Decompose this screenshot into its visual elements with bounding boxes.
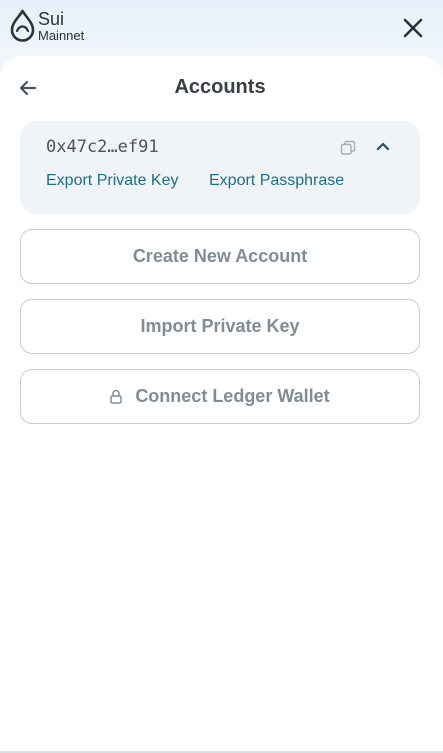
chevron-up-icon[interactable]: [376, 141, 390, 151]
import-private-key-label: Import Private Key: [140, 316, 300, 336]
connect-ledger-wallet-button[interactable]: Connect Ledger Wallet: [20, 369, 420, 424]
close-icon[interactable]: [401, 16, 425, 40]
lock-icon: [110, 389, 123, 404]
sui-logo-icon: [10, 9, 35, 42]
network-name: Mainnet: [38, 28, 85, 43]
connect-ledger-wallet-label: Connect Ledger Wallet: [135, 386, 330, 406]
copy-icon[interactable]: [340, 140, 356, 156]
import-private-key-button[interactable]: Import Private Key: [20, 299, 420, 354]
top-bar: Sui Mainnet: [0, 0, 443, 56]
account-address: 0x47c2…ef91: [46, 137, 159, 157]
accounts-panel: Accounts 0x47c2…ef91 Export Private Key …: [0, 56, 443, 751]
create-new-account-button[interactable]: Create New Account: [20, 229, 420, 284]
create-new-account-label: Create New Account: [132, 246, 308, 266]
account-card: 0x47c2…ef91 Export Private Key Export Pa…: [20, 121, 420, 214]
sui-logo: Sui Mainnet: [9, 9, 84, 42]
export-passphrase-link[interactable]: Export Passphrase: [209, 172, 344, 190]
logo-text: Sui Mainnet: [38, 10, 84, 42]
brand-name: Sui: [38, 9, 65, 29]
export-private-key-link[interactable]: Export Private Key: [46, 172, 179, 190]
page-title: Accounts: [174, 76, 266, 98]
